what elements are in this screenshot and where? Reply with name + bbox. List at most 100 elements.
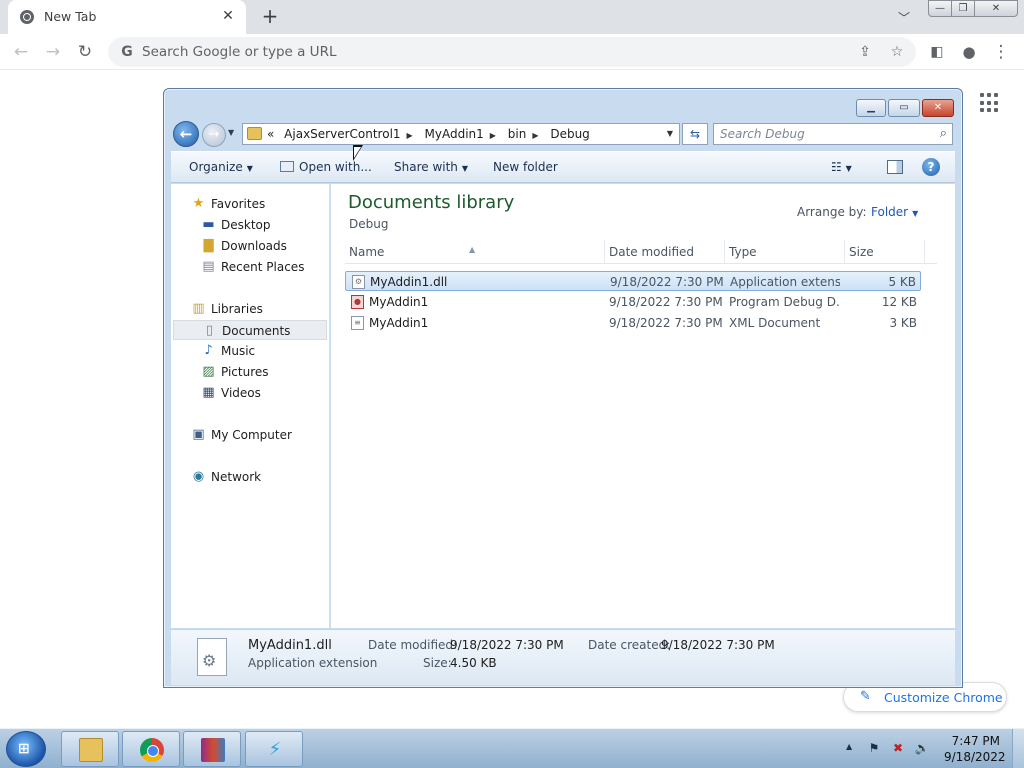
file-date: 9/18/2022 7:30 PM (609, 295, 723, 309)
column-name-label: Name (349, 245, 385, 259)
breadcrumb-item-myaddin1[interactable]: MyAddin1 (425, 127, 484, 141)
bookmark-star-icon[interactable]: ☆ (886, 41, 908, 63)
libraries-icon: ▥ (192, 301, 205, 316)
chrome-menu-icon[interactable]: ⋮ (988, 39, 1014, 65)
chrome-favicon-icon (20, 10, 34, 24)
side-panel-icon[interactable]: ◧ (924, 39, 950, 65)
search-box[interactable]: ⌕ (713, 123, 953, 145)
reload-icon[interactable]: ↻ (72, 39, 98, 65)
refresh-button[interactable]: ⇆ (682, 123, 708, 145)
omnibox[interactable]: G ⇪ ☆ (108, 37, 916, 67)
help-icon[interactable]: ? (922, 158, 940, 176)
file-date: 9/18/2022 7:30 PM (609, 316, 723, 330)
lightning-bolt-icon: ⚡ (268, 739, 282, 760)
profile-avatar-icon[interactable]: ● (956, 39, 982, 65)
address-bar[interactable]: « AjaxServerControl1 ▶ MyAddin1 ▶ bin ▶ Deb… (242, 123, 680, 145)
explorer-maximize-button[interactable]: ▭ (888, 99, 920, 117)
file-size: 12 KB (881, 295, 917, 309)
chrome-restore-button[interactable]: ❐ (951, 0, 975, 17)
taskbar-winrar-button[interactable] (183, 731, 241, 767)
back-arrow-icon[interactable]: ← (8, 39, 34, 65)
breadcrumb-item-bin[interactable]: bin (508, 127, 527, 141)
share-icon[interactable]: ⇪ (854, 41, 876, 63)
show-desktop-button[interactable] (1012, 729, 1024, 768)
file-type: Program Debug D... (729, 295, 839, 309)
details-pane: ⚙ MyAddin1.dll Application extension Dat… (171, 629, 955, 685)
share-with-button[interactable]: Share with ▼ (394, 160, 468, 174)
taskbar-chrome-button[interactable] (122, 731, 180, 767)
tab-new-tab[interactable]: New Tab ✕ (8, 0, 246, 34)
google-apps-icon[interactable] (980, 93, 1000, 113)
nav-documents-label: Documents (222, 324, 291, 338)
clock-time[interactable]: 7:47 PM (950, 734, 1000, 748)
explorer-forward-button[interactable]: → (202, 123, 226, 147)
search-icon[interactable]: ⌕ (940, 126, 947, 141)
volume-icon[interactable]: 🔈 (914, 740, 930, 756)
breadcrumb-item-debug[interactable]: Debug (550, 127, 589, 141)
xml-file-icon: ≡ (351, 316, 364, 330)
column-date-label: Date modified (609, 245, 695, 259)
chrome-close-button[interactable]: ✕ (974, 0, 1018, 17)
sort-arrow-icon: ▲ (469, 245, 476, 254)
share-with-label: Share with (394, 160, 458, 174)
file-name: MyAddin1 (369, 316, 429, 330)
details-size-label: Size: (423, 656, 452, 670)
nav-documents[interactable]: ▯ Documents (173, 320, 327, 340)
address-dropdown-icon[interactable]: ▼ (667, 129, 673, 138)
organize-button[interactable]: Organize ▼ (189, 160, 253, 174)
file-name: MyAddin1.dll (370, 275, 448, 289)
column-header-date[interactable]: Date modified (605, 240, 725, 264)
file-row-myaddin1-pdb[interactable]: ● MyAddin1 9/18/2022 7:30 PM Program Deb… (345, 292, 921, 312)
column-header-name[interactable]: Name ▲ (345, 240, 605, 264)
preview-pane-icon[interactable] (887, 160, 903, 174)
taskbar-explorer-button[interactable] (61, 731, 119, 767)
omnibox-input[interactable] (142, 42, 802, 62)
clock-date[interactable]: 9/18/2022 (944, 750, 1006, 764)
explorer-close-button[interactable]: ✕ (922, 99, 954, 117)
show-hidden-icons-icon[interactable]: ▲ (846, 742, 852, 751)
column-header-type[interactable]: Type (725, 240, 845, 264)
new-tab-button[interactable]: + (258, 5, 282, 29)
recent-pages-chevron-icon[interactable]: ▼ (228, 128, 234, 137)
start-button[interactable]: ⊞ (6, 731, 46, 767)
taskbar-app-button[interactable]: ⚡ (245, 731, 303, 767)
new-folder-button[interactable]: New folder (493, 160, 558, 174)
tab-close-icon[interactable]: ✕ (218, 6, 238, 26)
library-subtitle: Debug (349, 217, 389, 231)
desktop-icon: ▬ (202, 217, 215, 232)
chevron-down-icon: ▼ (246, 164, 253, 173)
breadcrumb-separator-icon[interactable]: ▶ (490, 131, 496, 140)
chrome-minimize-button[interactable]: — (928, 0, 952, 17)
breadcrumb-overflow[interactable]: « (267, 127, 274, 141)
details-created-value: 9/18/2022 7:30 PM (661, 638, 775, 652)
nav-my-computer-label: My Computer (211, 428, 292, 442)
google-g-icon: G (121, 44, 133, 60)
breadcrumb-separator-icon[interactable]: ▶ (407, 131, 413, 140)
arrange-by-dropdown[interactable]: Folder ▼ (871, 205, 918, 219)
open-with-button[interactable]: Open with... (280, 160, 372, 174)
forward-arrow-icon[interactable]: → (40, 39, 66, 65)
network-disconnected-icon[interactable]: ✖ (890, 740, 906, 756)
tab-search-chevron-icon[interactable]: ﹀ (894, 8, 914, 28)
action-center-icon[interactable]: ⚑ (866, 740, 882, 756)
pdb-file-icon: ● (351, 295, 364, 309)
explorer-minimize-button[interactable]: ▁ (856, 99, 886, 117)
chrome-logo-icon (140, 738, 164, 762)
change-view-icon[interactable]: ☷ ▼ (831, 160, 852, 174)
mouse-cursor-icon (353, 145, 363, 161)
breadcrumb-item-ajaxservercontrol1[interactable]: AjaxServerControl1 (284, 127, 400, 141)
explorer-window: ▁ ▭ ✕ ← → ▼ « AjaxServerControl1 ▶ MyAddi… (163, 88, 963, 688)
nav-favorites-label: Favorites (211, 197, 266, 211)
open-with-icon (280, 161, 294, 172)
explorer-back-button[interactable]: ← (173, 121, 199, 147)
network-icon: ◉ (192, 469, 205, 484)
chevron-down-icon: ▼ (912, 209, 919, 218)
breadcrumb-separator-icon[interactable]: ▶ (532, 131, 538, 140)
file-row-myaddin1-xml[interactable]: ≡ MyAddin1 9/18/2022 7:30 PM XML Documen… (345, 313, 921, 333)
breadcrumb: « AjaxServerControl1 ▶ MyAddin1 ▶ bin ▶ Deb… (267, 127, 596, 141)
file-row-myaddin1-dll[interactable]: ⚙ MyAddin1.dll 9/18/2022 7:30 PM Applica… (345, 271, 921, 291)
search-input[interactable] (720, 126, 920, 142)
file-size: 5 KB (888, 275, 916, 289)
column-header-size[interactable]: Size (845, 240, 925, 264)
browser-toolbar: ← → ↻ G ⇪ ☆ ◧ ● ⋮ (0, 34, 1024, 70)
